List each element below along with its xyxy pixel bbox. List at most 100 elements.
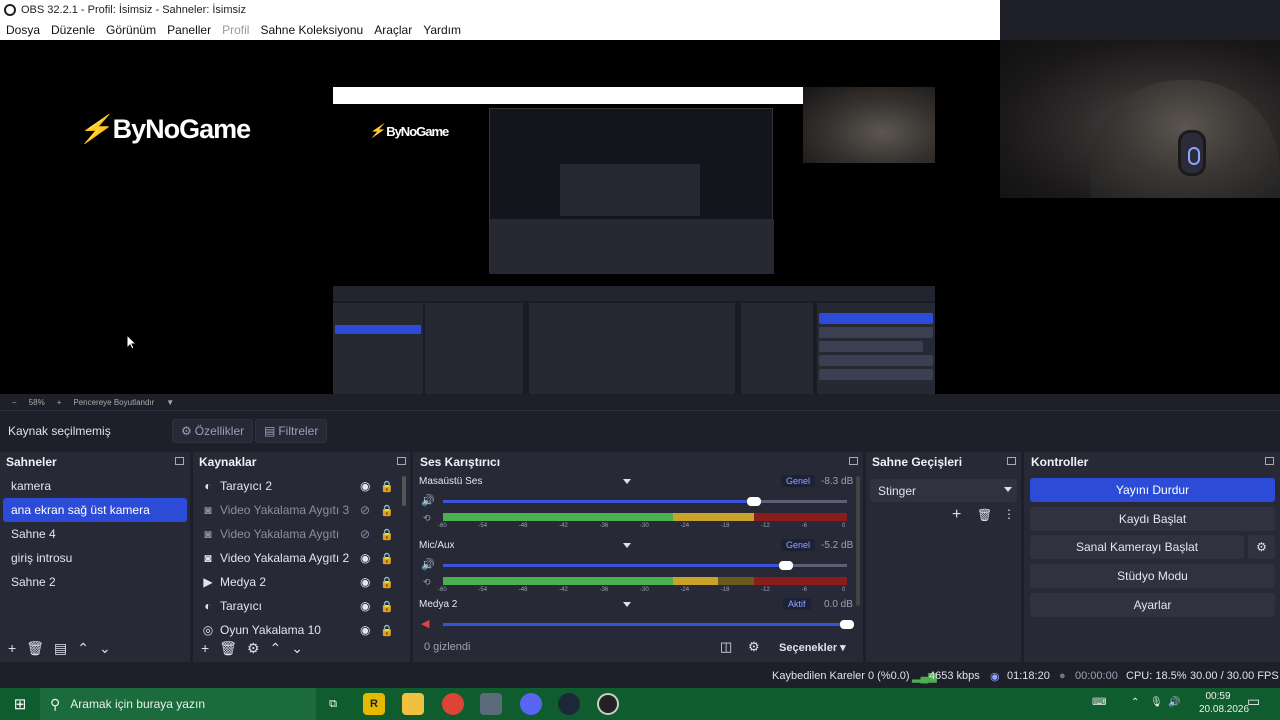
virtual-camera-button[interactable]: Sanal Kamerayı Başlat	[1030, 535, 1244, 559]
scene-item[interactable]: giriş introsu	[3, 546, 187, 570]
remove-source-icon[interactable]: 🗑	[219, 640, 237, 657]
channel-menu-chevron-icon[interactable]	[623, 602, 631, 607]
eye-hidden-icon[interactable]: ⊘	[360, 503, 370, 517]
transition-select[interactable]: Stinger	[870, 479, 1017, 502]
lock-icon[interactable]: 🔒	[380, 480, 394, 493]
tray-chevron-icon[interactable]: ⌃	[1131, 696, 1139, 709]
stop-stream-button[interactable]: Yayını Durdur	[1030, 478, 1275, 502]
mixer-layout-icon[interactable]: ◫	[720, 639, 732, 655]
volume-slider-fill[interactable]	[443, 500, 755, 503]
start-recording-button[interactable]: Kaydı Başlat	[1030, 507, 1275, 531]
lock-icon[interactable]: 🔒	[380, 624, 394, 637]
menu-7[interactable]: Yardım	[423, 23, 461, 37]
volume-slider-knob[interactable]	[840, 620, 854, 629]
lock-icon[interactable]: 🔒	[380, 576, 394, 589]
eye-icon[interactable]: ◉	[360, 599, 370, 613]
volume-slider-fill[interactable]	[443, 623, 847, 626]
volume-slider-knob[interactable]	[747, 497, 762, 506]
volume-icon[interactable]: 🔊	[1168, 696, 1180, 709]
controls-undock-icon[interactable]	[1265, 457, 1274, 465]
scene-item[interactable]: Sahne 4	[3, 522, 187, 546]
channel-menu-chevron-icon[interactable]	[623, 479, 631, 484]
add-scene-icon[interactable]: +	[8, 640, 16, 656]
rockstar-icon[interactable]: R	[363, 693, 385, 715]
menu-3[interactable]: Paneller	[167, 23, 211, 37]
menu-0[interactable]: Dosya	[6, 23, 40, 37]
windows-start-icon[interactable]: ⊞	[9, 693, 31, 715]
source-item[interactable]: ◐ Tarayıcı 2 ◉ 🔒	[199, 474, 410, 498]
scenes-undock-icon[interactable]	[175, 457, 184, 465]
file-explorer-icon[interactable]	[402, 693, 424, 715]
menu-5[interactable]: Sahne Koleksiyonu	[260, 23, 363, 37]
fit-window-label[interactable]: Pencereye Boyutlandır	[73, 398, 154, 407]
transition-menu-icon[interactable]: ⋮	[1003, 507, 1015, 521]
sources-scrollbar[interactable]	[402, 476, 406, 506]
filters-button[interactable]: ▤ Filtreler	[255, 419, 328, 443]
zoom-in-icon[interactable]: +	[57, 398, 62, 407]
add-transition-icon[interactable]: +	[952, 506, 961, 524]
eye-icon[interactable]: ◉	[360, 575, 370, 589]
virtual-camera-settings-icon[interactable]: ⚙	[1248, 535, 1275, 559]
game-app-icon[interactable]	[480, 693, 502, 715]
microphone-icon[interactable]: 🎙	[1150, 696, 1163, 709]
mixer-scrollbar[interactable]	[856, 476, 860, 606]
eye-icon[interactable]: ◉	[360, 623, 370, 637]
source-item[interactable]: ◙ Video Yakalama Aygıtı 2 ◉ 🔒	[199, 546, 410, 570]
speaker-muted-icon[interactable]: ◀	[421, 617, 429, 630]
source-item[interactable]: ◙ Video Yakalama Aygıtı ⊘ 🔒	[199, 522, 410, 546]
task-view-icon[interactable]: ⧉	[322, 693, 344, 715]
notification-icon[interactable]: ▭	[1247, 694, 1260, 708]
keyboard-icon[interactable]: ⌨	[1092, 696, 1106, 709]
lock-icon[interactable]: 🔒	[380, 528, 394, 541]
menu-2[interactable]: Görünüm	[106, 23, 156, 37]
volume-slider-track[interactable]	[786, 564, 847, 567]
move-down-icon[interactable]: ⌄	[99, 640, 111, 657]
scene-item[interactable]: Sahne 2	[3, 570, 187, 594]
transitions-undock-icon[interactable]	[1007, 457, 1016, 465]
obs-taskbar-icon[interactable]	[597, 693, 619, 715]
source-item[interactable]: ◙ Video Yakalama Aygıtı 3 ⊘ 🔒	[199, 498, 410, 522]
settings-button[interactable]: Ayarlar	[1030, 593, 1275, 617]
menu-6[interactable]: Araçlar	[374, 23, 412, 37]
eye-icon[interactable]: ◉	[360, 551, 370, 565]
scene-item[interactable]: kamera	[3, 474, 187, 498]
speaker-icon[interactable]: 🔊	[421, 494, 435, 507]
taskbar-search[interactable]: ⚲ Aramak için buraya yazın	[40, 688, 316, 720]
clock[interactable]: 00:59 20.08.2026	[1199, 690, 1249, 716]
monitor-icon[interactable]: ⟲	[423, 513, 431, 524]
discord-icon[interactable]	[520, 693, 542, 715]
zoom-out-icon[interactable]: −	[12, 398, 17, 407]
lock-icon[interactable]: 🔒	[380, 504, 394, 517]
eye-hidden-icon[interactable]: ⊘	[360, 527, 370, 541]
scene-item[interactable]: ana ekran sağ üst kamera	[3, 498, 187, 522]
steam-icon[interactable]	[558, 693, 580, 715]
chrome-icon[interactable]	[442, 693, 464, 715]
sources-undock-icon[interactable]	[397, 457, 406, 465]
volume-slider-fill[interactable]	[443, 564, 787, 567]
remove-transition-icon[interactable]: 🗑	[977, 508, 992, 522]
source-properties-icon[interactable]: ⚙	[247, 640, 260, 657]
preview-canvas[interactable]: ⚡ ByNoGame ⚡ ByNoGame	[0, 40, 1280, 428]
add-source-icon[interactable]: +	[201, 640, 209, 656]
eye-icon[interactable]: ◉	[360, 479, 370, 493]
mixer-undock-icon[interactable]	[849, 457, 858, 465]
lock-icon[interactable]: 🔒	[380, 600, 394, 613]
mixer-options-button[interactable]: Seçenekler ▾	[779, 641, 846, 654]
source-item[interactable]: ◐ Tarayıcı ◉ 🔒	[199, 594, 410, 618]
studio-mode-button[interactable]: Stüdyo Modu	[1030, 564, 1275, 588]
properties-button[interactable]: ⚙ Özellikler	[172, 419, 254, 443]
menu-4[interactable]: Profil	[222, 23, 249, 37]
source-item[interactable]: ▶ Medya 2 ◉ 🔒	[199, 570, 410, 594]
mixer-settings-icon[interactable]: ⚙	[748, 639, 760, 655]
source-up-icon[interactable]: ⌃	[270, 640, 282, 657]
menu-1[interactable]: Düzenle	[51, 23, 95, 37]
fit-dropdown-chevron-icon[interactable]: ▼	[166, 398, 174, 407]
volume-slider-knob[interactable]	[779, 561, 794, 570]
speaker-icon[interactable]: 🔊	[421, 558, 435, 571]
lock-icon[interactable]: 🔒	[380, 552, 394, 565]
volume-slider-track[interactable]	[754, 500, 847, 503]
channel-menu-chevron-icon[interactable]	[623, 543, 631, 548]
monitor-icon[interactable]: ⟲	[423, 577, 431, 588]
source-down-icon[interactable]: ⌄	[291, 640, 303, 657]
remove-scene-icon[interactable]: 🗑	[26, 640, 44, 657]
